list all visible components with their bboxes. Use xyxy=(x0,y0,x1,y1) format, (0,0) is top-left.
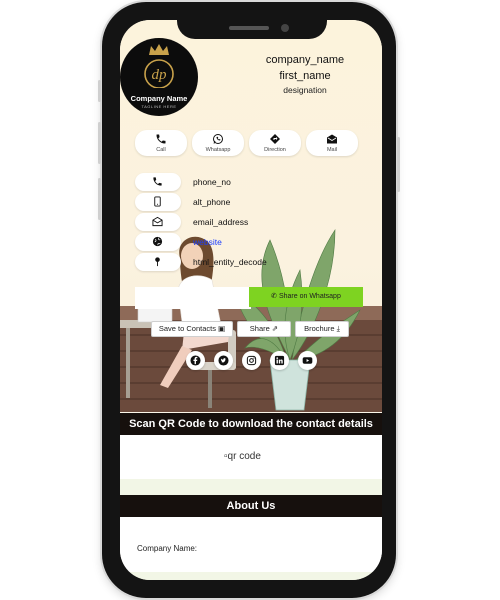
phone-volume-down-button xyxy=(98,178,101,220)
save-to-contacts-label: Save to Contacts xyxy=(158,324,216,333)
phone-power-button xyxy=(397,137,400,192)
call-button[interactable]: Call xyxy=(135,130,187,156)
share-square-icon: ⇗ xyxy=(271,324,279,333)
qr-section-title: Scan QR Code to download the contact det… xyxy=(120,413,382,435)
whatsapp-icon xyxy=(213,134,223,144)
brochure-label: Brochure xyxy=(304,324,335,333)
email-text: email_address xyxy=(193,217,249,227)
youtube-icon xyxy=(302,357,313,364)
qr-code-area: ▫qr code xyxy=(120,435,382,479)
share-button[interactable]: Share ⇗ xyxy=(237,321,291,337)
share-label: Share xyxy=(249,324,270,333)
phone-screen: dp Company Name TAGLINE HERE company_nam… xyxy=(120,20,382,580)
share-on-whatsapp-label: Share on Whatsapp xyxy=(278,293,341,300)
about-section-body: Company Name: xyxy=(120,517,382,572)
website-row[interactable]: website xyxy=(135,233,355,251)
crown-icon: dp xyxy=(144,44,174,88)
email-row[interactable]: email_address xyxy=(135,213,355,231)
globe-icon xyxy=(152,236,163,247)
address-text: html_entity_decode xyxy=(193,257,267,267)
phone-frame: dp Company Name TAGLINE HERE company_nam… xyxy=(98,2,400,598)
logo-tagline: TAGLINE HERE xyxy=(141,104,177,109)
mail-button[interactable]: Mail xyxy=(306,130,358,156)
address-row[interactable]: html_entity_decode xyxy=(135,253,355,271)
about-section-title: About Us xyxy=(120,495,382,517)
envelope-open-icon xyxy=(152,216,163,227)
whatsapp-icon: ✆ xyxy=(271,293,279,300)
about-company-label: Company Name: xyxy=(137,544,198,553)
phone-volume-up-button xyxy=(98,122,101,164)
social-links xyxy=(186,351,326,371)
share-on-whatsapp-button[interactable]: ✆ Share on Whatsapp xyxy=(249,287,363,307)
map-pin-icon xyxy=(155,257,160,267)
download-icon: ⤓ xyxy=(336,324,340,333)
phone-icon-pill xyxy=(135,173,181,191)
share-whatsapp-form: ✆ Share on Whatsapp xyxy=(135,287,367,309)
call-label: Call xyxy=(156,147,166,153)
company-name: company_name xyxy=(265,54,345,66)
globe-icon-pill xyxy=(135,233,181,251)
instagram-link[interactable] xyxy=(242,351,261,370)
phone-text: phone_no xyxy=(193,177,231,187)
alt-phone-row[interactable]: alt_phone xyxy=(135,193,355,211)
mail-icon xyxy=(327,134,337,144)
envelope-icon-pill xyxy=(135,213,181,231)
card-buttons: Save to Contacts ▣ Share ⇗ Brochure ⤓ xyxy=(151,321,351,337)
linkedin-link[interactable] xyxy=(270,351,289,370)
designation: designation xyxy=(283,85,327,95)
desk-leg xyxy=(126,328,130,398)
save-to-contacts-button[interactable]: Save to Contacts ▣ xyxy=(151,321,233,337)
section-divider xyxy=(120,479,382,495)
bottom-divider xyxy=(120,572,382,580)
direction-icon xyxy=(270,134,280,144)
youtube-link[interactable] xyxy=(298,351,317,370)
mail-label: Mail xyxy=(326,147,338,153)
twitter-icon xyxy=(218,355,229,366)
qr-code-alt: qr code xyxy=(227,451,261,462)
contact-card-icon: ▣ xyxy=(218,324,226,333)
phone-icon xyxy=(153,177,162,186)
whatsapp-label: Whatsapp xyxy=(205,147,231,153)
speaker-grille xyxy=(229,26,269,30)
mobile-icon xyxy=(154,196,161,207)
linkedin-icon xyxy=(274,355,285,366)
phone-notch xyxy=(177,20,327,39)
chair-leg xyxy=(208,370,212,408)
hero-section: dp Company Name TAGLINE HERE company_nam… xyxy=(120,20,382,412)
camera-dot xyxy=(281,24,289,32)
facebook-link[interactable] xyxy=(186,351,205,370)
logo-company-name: Company Name xyxy=(130,94,188,103)
pin-icon-pill xyxy=(135,253,181,271)
mobile-icon-pill xyxy=(135,193,181,211)
whatsapp-button[interactable]: Whatsapp xyxy=(192,130,244,156)
company-logo: dp Company Name TAGLINE HERE xyxy=(120,38,198,116)
direction-button[interactable]: Direction xyxy=(249,130,301,156)
qr-code-image: ▫qr code xyxy=(224,451,261,462)
first-name: first_name xyxy=(279,70,331,82)
quick-actions: Call Whatsapp Direction Mail xyxy=(135,130,375,156)
twitter-link[interactable] xyxy=(214,351,233,370)
instagram-icon xyxy=(246,355,257,366)
whatsapp-number-input[interactable] xyxy=(135,287,251,309)
svg-text:dp: dp xyxy=(152,67,168,83)
brochure-button[interactable]: Brochure ⤓ xyxy=(295,321,349,337)
facebook-icon xyxy=(190,355,201,366)
phone-icon xyxy=(156,134,166,144)
alt-phone-text: alt_phone xyxy=(193,197,231,207)
direction-label: Direction xyxy=(264,147,286,153)
phone-side-button xyxy=(98,80,101,102)
website-link[interactable]: website xyxy=(193,237,222,247)
phone-row[interactable]: phone_no xyxy=(135,173,355,191)
